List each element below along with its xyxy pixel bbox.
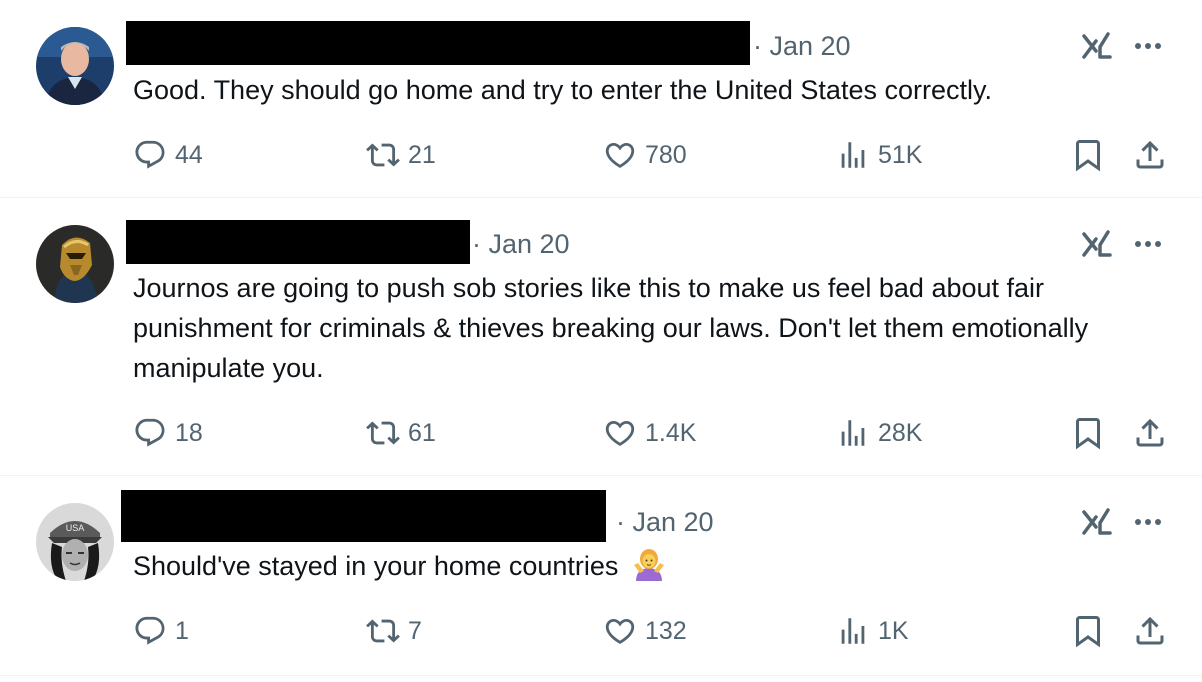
tweet-actions: 18 61 1.4K 28K xyxy=(0,413,1202,453)
repost-button[interactable]: 21 xyxy=(366,135,436,175)
reply-count: 44 xyxy=(175,140,203,169)
views-count: 28K xyxy=(878,418,923,447)
grok-icon[interactable] xyxy=(1078,227,1114,261)
repost-button[interactable]: 7 xyxy=(366,611,422,651)
tweet-date[interactable]: · Jan 20 xyxy=(472,229,570,260)
reply-icon xyxy=(135,418,165,447)
views-button[interactable]: 1K xyxy=(836,611,909,651)
tweet[interactable]: · Jan 20 Good. They should go home and t… xyxy=(0,0,1202,198)
avatar[interactable] xyxy=(36,225,114,303)
repost-icon xyxy=(366,619,400,643)
repost-icon xyxy=(366,143,400,167)
share-icon[interactable] xyxy=(1132,137,1168,173)
bookmark-icon[interactable] xyxy=(1070,415,1106,451)
share-icon[interactable] xyxy=(1132,415,1168,451)
reply-button[interactable]: 18 xyxy=(133,413,203,453)
like-button[interactable]: 780 xyxy=(603,135,687,175)
avatar[interactable] xyxy=(36,27,114,105)
repost-count: 7 xyxy=(408,616,422,645)
repost-count: 21 xyxy=(408,140,436,169)
tweet-text: Should've stayed in your home countries xyxy=(133,551,619,581)
more-icon[interactable] xyxy=(1130,505,1166,539)
repost-icon xyxy=(366,421,400,445)
tweet-actions: 1 7 132 1K xyxy=(0,611,1202,651)
tweet-actions: 44 21 780 51K xyxy=(0,135,1202,175)
redacted-author-name xyxy=(126,220,470,264)
svg-text:USA: USA xyxy=(66,523,85,533)
tweet-text-container: Should've stayed in your home countries xyxy=(133,546,1172,586)
like-count: 132 xyxy=(645,616,687,645)
more-icon[interactable] xyxy=(1130,29,1166,63)
views-button[interactable]: 28K xyxy=(836,413,922,453)
redacted-author-name xyxy=(126,21,750,65)
repost-button[interactable]: 61 xyxy=(366,413,436,453)
reply-count: 1 xyxy=(175,616,189,645)
grok-icon[interactable] xyxy=(1078,505,1114,539)
reply-count: 18 xyxy=(175,418,203,447)
tweet[interactable]: USA · Jan 20 Should've stayed in your ho… xyxy=(0,476,1202,676)
more-icon[interactable] xyxy=(1130,227,1166,261)
reply-icon xyxy=(135,616,165,645)
views-count: 51K xyxy=(878,140,923,169)
tweet-text: Journos are going to push sob stories li… xyxy=(133,273,1089,383)
avatar[interactable]: USA xyxy=(36,503,114,581)
like-icon xyxy=(605,420,635,446)
like-count: 780 xyxy=(645,140,687,169)
tweet-date[interactable]: · Jan 20 xyxy=(753,31,851,62)
views-icon xyxy=(841,420,865,446)
grok-icon[interactable] xyxy=(1078,29,1114,63)
bookmark-icon[interactable] xyxy=(1070,137,1106,173)
tweet[interactable]: · Jan 20 Journos are going to push sob s… xyxy=(0,198,1202,476)
views-button[interactable]: 51K xyxy=(836,135,922,175)
redacted-author-name xyxy=(121,490,606,542)
like-button[interactable]: 132 xyxy=(603,611,687,651)
views-icon xyxy=(841,142,865,168)
repost-count: 61 xyxy=(408,418,436,447)
like-icon xyxy=(605,618,635,644)
views-icon xyxy=(841,618,865,644)
share-icon[interactable] xyxy=(1132,613,1168,649)
reply-icon xyxy=(135,140,165,169)
reply-button[interactable]: 1 xyxy=(133,611,189,651)
views-count: 1K xyxy=(878,616,909,645)
woman-shrugging-icon xyxy=(633,549,664,581)
like-count: 1.4K xyxy=(645,418,697,447)
tweet-text: Good. They should go home and try to ent… xyxy=(133,75,992,105)
like-icon xyxy=(605,142,635,168)
bookmark-icon[interactable] xyxy=(1070,613,1106,649)
tweet-date[interactable]: · Jan 20 xyxy=(616,507,714,538)
reply-button[interactable]: 44 xyxy=(133,135,203,175)
like-button[interactable]: 1.4K xyxy=(603,413,696,453)
